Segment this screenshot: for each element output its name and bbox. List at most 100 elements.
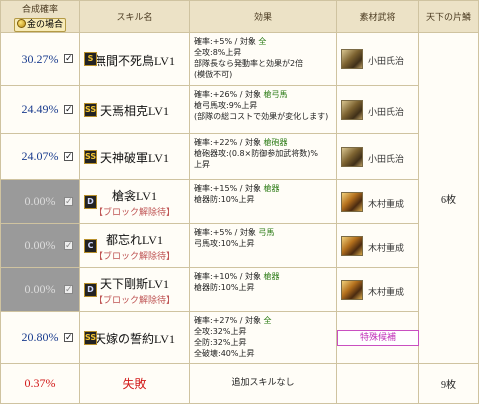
material-name: 木村重成 [368,199,405,210]
effect-target: 弓馬 [258,228,275,237]
material-cell: 小田氏治 [336,133,419,180]
skill-cell: D 天下剛斯LV1 【ブロック解除待】 [79,267,190,312]
row-checkbox[interactable]: ✓ [64,240,73,250]
skill-cell: SS 天焉相克LV1 [79,85,190,134]
effect-line: (模倣不可) [194,70,233,79]
general-portrait-icon [341,235,363,256]
rate-value: 24.49% [21,102,59,116]
table-row: 20.80% ✓ SS 天嫁の誓約LV1 確率:+27% / 対象 全 全攻:3… [0,311,479,364]
table-row: 0.00% ✓ C 都忘れLV1 【ブロック解除待】 確率:+5% / 対象 弓… [0,223,479,268]
gold-case-badge: 金の場合 [13,18,66,32]
fail-shards: 9枚 [418,363,479,404]
effect-target: 槍砲器 [263,138,288,147]
header-rate-label: 合成確率 [21,5,58,15]
effect-cell: 確率:+27% / 対象 全 全攻:32%上昇 全防:32%上昇 全破壊:40%… [189,311,337,364]
general-portrait-icon [341,191,363,212]
rate-value: 0.00% [24,194,56,208]
rate-value: 24.07% [21,149,59,163]
effect-line: 確率:+5% / 対象 [194,37,259,46]
table-row: 24.49% ✓ SS 天焉相克LV1 確率:+26% / 対象 槍弓馬 槍弓馬… [0,85,479,134]
fail-label: 失敗 [79,363,190,404]
fail-rate-value: 0.37% [24,376,56,390]
skill-name: 無間不死鳥LV1 [94,53,175,68]
skill-synthesis-table: 合成確率 金の場合 スキル名 効果 素材武将 天下の片鱗 30.27% ✓ S … [0,0,479,404]
header-rate: 合成確率 金の場合 [0,0,80,33]
gold-coin-icon [16,19,26,28]
rate-value: 0.00% [24,238,56,252]
rate-cell: 0.00% ✓ [0,179,80,224]
effect-line: 槍弓馬攻:9%上昇 [194,101,258,110]
skill-cell: S 無間不死鳥LV1 [79,32,190,86]
fail-material-cell [336,363,419,404]
material-name: 小田氏治 [368,107,405,118]
skill-cell: D 槍衾LV1 【ブロック解除待】 [79,179,190,224]
row-checkbox[interactable]: ✓ [64,54,73,63]
effect-line: (部隊の総コストで効果が変化します) [194,112,329,121]
rate-cell: 20.80% ✓ [0,311,80,364]
rate-cell: 24.49% ✓ [0,85,80,134]
rank-badge-icon: SS [84,330,97,345]
rate-value: 20.80% [21,330,59,344]
fail-effect: 追加スキルなし [189,363,337,404]
material-name: 木村重成 [368,243,405,254]
effect-cell: 確率:+5% / 対象 弓馬 弓馬攻:10%上昇 [189,223,337,268]
effect-line: 確率:+10% / 対象 [194,272,264,281]
effect-cell: 確率:+5% / 対象 全 全攻:8%上昇 部隊長なら発動率と効果が2倍 (模倣… [189,32,337,86]
material-cell: 木村重成 [336,179,419,224]
rate-value: 0.00% [24,282,56,296]
shards-cell: 6枚 [418,32,479,364]
header-material: 素材武将 [336,0,419,33]
effect-line: 全破壊:40%上昇 [194,349,255,358]
effect-line: 槍器防:10%上昇 [194,283,255,292]
row-checkbox[interactable]: ✓ [64,196,73,206]
header-effect: 効果 [189,0,337,33]
material-name: 木村重成 [368,287,405,298]
table-row: 0.37% 失敗 追加スキルなし 9枚 [0,363,479,404]
effect-line: 部隊長なら発動率と効果が2倍 [194,59,304,68]
effect-target: 槍器 [263,184,280,193]
shards-value: 6枚 [441,194,456,206]
effect-line: 確率:+22% / 対象 [194,138,264,147]
effect-line: 槍砲器攻:(0.8×防御参加武将数)% [194,149,318,158]
row-checkbox[interactable]: ✓ [64,151,73,161]
header-skill-name: スキル名 [79,0,190,33]
effect-target: 槍器 [263,272,280,281]
effect-line: 全攻:8%上昇 [194,48,242,57]
effect-line: 全防:32%上昇 [194,338,247,347]
rate-cell: 30.27% ✓ [0,32,80,86]
table-row: 30.27% ✓ S 無間不死鳥LV1 確率:+5% / 対象 全 全攻:8%上… [0,32,479,364]
material-cell: 小田氏治 [336,32,419,86]
effect-cell: 確率:+15% / 対象 槍器 槍器防:10%上昇 [189,179,337,224]
general-portrait-icon [341,146,363,167]
special-candidate-button[interactable]: 特殊候補 [337,329,419,346]
rate-value: 30.27% [21,51,59,66]
row-checkbox[interactable]: ✓ [64,332,73,342]
effect-line: 確率:+26% / 対象 [194,90,264,99]
material-cell: 木村重成 [336,267,419,312]
general-portrait-icon [341,49,363,69]
row-checkbox[interactable]: ✓ [64,104,73,114]
material-cell: 特殊候補 [336,311,419,364]
rank-badge-icon: D [84,194,97,209]
skill-name: 槍衾LV1 [112,189,157,203]
rank-badge-icon: C [84,238,97,253]
effect-line: 確率:+15% / 対象 [194,184,264,193]
skill-name: 天嫁の誓約LV1 [94,332,175,346]
skill-name: 天焉相克LV1 [100,104,169,118]
effect-line: 上昇 [194,160,210,169]
effect-line: 確率:+5% / 対象 [194,228,259,237]
fail-rate-cell: 0.37% [0,363,80,404]
effect-line: 全攻:32%上昇 [194,327,247,336]
general-portrait-icon [341,279,363,300]
row-checkbox[interactable]: ✓ [64,284,73,294]
rank-badge-icon: SS [84,102,97,117]
table-row: 24.07% ✓ SS 天神破軍LV1 確率:+22% / 対象 槍砲器 槍砲器… [0,133,479,180]
effect-cell: 確率:+22% / 対象 槍砲器 槍砲器攻:(0.8×防御参加武将数)% 上昇 [189,133,337,180]
header-shards: 天下の片鱗 [418,0,479,33]
effect-target: 槍弓馬 [263,90,288,99]
skill-cell: SS 天嫁の誓約LV1 [79,311,190,364]
rank-badge-icon: D [84,282,97,297]
material-cell: 木村重成 [336,223,419,268]
material-name: 小田氏治 [368,154,405,165]
effect-cell: 確率:+26% / 対象 槍弓馬 槍弓馬攻:9%上昇 (部隊の総コストで効果が変… [189,85,337,134]
